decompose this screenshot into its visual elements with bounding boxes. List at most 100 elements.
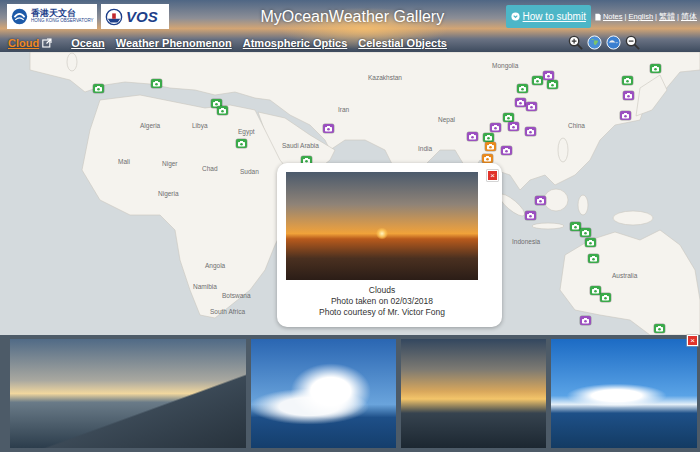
camera-marker-icon[interactable] [501,146,512,155]
camera-marker-icon[interactable] [515,98,526,107]
gallery-photo[interactable] [251,339,396,448]
vos-text: VOS [126,8,158,25]
globe-icon[interactable] [587,35,602,50]
camera-marker-icon[interactable] [532,76,543,85]
country-label: Chad [202,165,218,172]
header-links: Notes|English|繁體|简体 [595,12,697,22]
photo-strip: × [0,335,700,452]
camera-marker-icon[interactable] [580,316,591,325]
camera-marker-icon[interactable] [483,133,494,142]
gallery-photo[interactable] [401,339,546,448]
camera-marker-icon[interactable] [650,64,661,73]
country-label: Namibia [193,283,217,290]
country-label: Sudan [240,168,259,175]
country-label: Nigeria [158,190,179,197]
camera-marker-icon[interactable] [654,324,665,333]
camera-marker-icon[interactable] [323,124,334,133]
popup-photo[interactable] [286,172,478,280]
country-label: Algeria [140,122,160,129]
camera-marker-icon[interactable] [588,254,599,263]
camera-marker-icon[interactable] [526,102,537,111]
camera-marker-icon[interactable] [543,71,554,80]
camera-marker-icon[interactable] [503,113,514,122]
hko-chinese: 香港天文台 [31,9,94,18]
chevron-icon [511,12,520,21]
close-button[interactable]: × [687,335,698,346]
camera-marker-icon[interactable] [517,84,528,93]
caption-title: Clouds [286,285,478,296]
link-separator: | [625,12,627,21]
close-button[interactable]: × [487,170,498,181]
camera-marker-icon[interactable] [236,139,247,148]
photo-popup: × CloudsPhoto taken on 02/03/2018Photo co… [277,163,502,327]
external-link-icon [42,38,52,48]
header-link[interactable]: 简体 [681,12,697,22]
document-icon [595,13,601,21]
camera-marker-icon[interactable] [570,222,581,231]
country-label: Botswana [222,292,251,299]
camera-marker-icon[interactable] [525,127,536,136]
header: 香港天文台HONG KONG OBSERVATORY VOS MyOceanWeat… [0,0,700,52]
page: 香港天文台HONG KONG OBSERVATORY VOS MyOceanWeat… [0,0,700,452]
header-link[interactable]: English [628,12,653,21]
category-nav: Cloud Ocean Weather Phenomenon Atmospher… [0,33,700,52]
camera-marker-icon[interactable] [93,84,104,93]
link-separator: | [655,12,657,21]
camera-marker-icon[interactable] [535,196,546,205]
map-controls [568,35,640,50]
header-link[interactable]: Notes [603,12,623,21]
how-to-submit-button[interactable]: How to submit [506,5,591,28]
zoom-out-icon[interactable] [625,35,640,50]
ship-globe-icon [105,8,123,26]
gallery-photo[interactable] [551,339,697,448]
country-label: Australia [612,272,637,279]
camera-marker-icon[interactable] [600,293,611,302]
hko-logo-text: 香港天文台HONG KONG OBSERVATORY [31,9,94,23]
camera-marker-icon[interactable] [467,132,478,141]
country-label: Mongolia [492,62,518,69]
camera-marker-icon[interactable] [580,228,591,237]
country-label: Angola [205,262,225,269]
country-label: Indonesia [512,238,540,245]
country-label: Egypt [238,128,255,135]
nav-tab[interactable]: Celestial Objects [358,37,447,49]
camera-marker-icon[interactable] [547,80,558,89]
country-label: Nepal [438,116,455,123]
globe-icon[interactable] [606,35,621,50]
camera-marker-icon[interactable] [620,111,631,120]
photo-caption: CloudsPhoto taken on 02/03/2018Photo cou… [286,285,478,318]
country-label: India [418,145,432,152]
country-label: Libya [192,122,208,129]
nav-tab[interactable]: Atmospheric Optics [243,37,348,49]
camera-marker-icon[interactable] [623,91,634,100]
top-bar: 香港天文台HONG KONG OBSERVATORY VOS MyOceanWeat… [0,0,700,33]
camera-marker-icon[interactable] [490,123,501,132]
camera-marker-icon[interactable] [525,211,536,220]
zoom-in-icon[interactable] [568,35,583,50]
camera-marker-icon[interactable] [590,286,601,295]
gallery-photo[interactable] [10,339,246,448]
country-label: Iran [338,106,349,113]
camera-marker-icon[interactable] [482,154,493,163]
hko-logo[interactable]: 香港天文台HONG KONG OBSERVATORY [7,4,97,29]
camera-marker-icon[interactable] [151,79,162,88]
world-map[interactable]: AlgeriaLibyaEgyptMaliNigerChadSudanNiger… [0,52,700,335]
nav-tab[interactable]: Cloud [8,37,52,49]
camera-marker-icon[interactable] [622,76,633,85]
page-title: MyOceanWeather Gallery [173,8,502,26]
camera-marker-icon[interactable] [485,142,496,151]
country-label: Saudi Arabia [282,142,319,149]
nav-tab[interactable]: Weather Phenomenon [116,37,232,49]
camera-marker-icon[interactable] [508,122,519,131]
country-label: Niger [162,160,178,167]
camera-marker-icon[interactable] [585,238,596,247]
country-label: China [568,122,585,129]
hko-emblem-icon [11,8,28,25]
link-separator: | [677,12,679,21]
vos-logo[interactable]: VOS [101,4,169,29]
caption-date: Photo taken on 02/03/2018 [286,296,478,307]
nav-tab[interactable]: Ocean [71,37,105,49]
camera-marker-icon[interactable] [217,106,228,115]
caption-credit: Photo courtesy of Mr. Victor Fong [286,307,478,318]
header-link[interactable]: 繁體 [659,12,675,22]
